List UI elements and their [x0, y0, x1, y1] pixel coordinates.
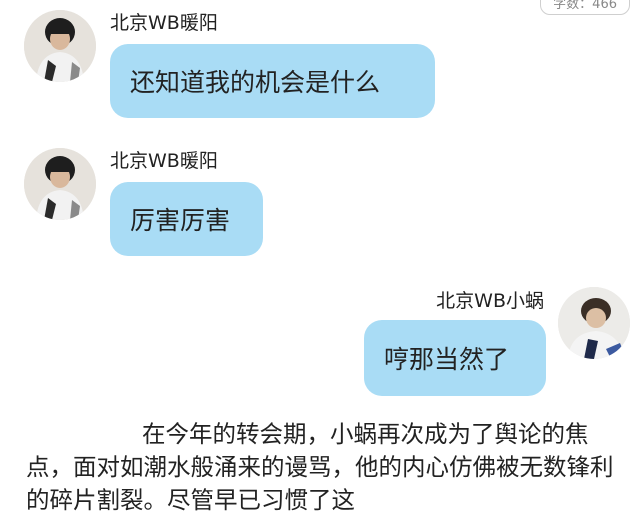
person-photo-icon	[558, 287, 630, 359]
sender-name: 北京WB暖阳	[110, 12, 218, 34]
message-text: 还知道我的机会是什么	[130, 68, 381, 97]
avatar-xiaowo[interactable]	[558, 287, 630, 359]
message-bubble[interactable]: 还知道我的机会是什么	[110, 44, 435, 118]
avatar-nuanyang[interactable]	[24, 148, 96, 220]
sender-name: 北京WB暖阳	[110, 150, 218, 172]
word-count-badge: 字数：466	[540, 0, 630, 15]
person-photo-icon	[24, 10, 96, 82]
article-paragraph: 在今年的转会期，小蜗再次成为了舆论的焦点，面对如潮水般涌来的谩骂，他的内心仿佛被…	[26, 420, 614, 514]
person-photo-icon	[24, 148, 96, 220]
message-text: 哼那当然了	[384, 345, 510, 374]
sender-name: 北京WB小蜗	[436, 290, 544, 312]
message-text: 厉害厉害	[130, 206, 231, 235]
message-bubble[interactable]: 哼那当然了	[364, 320, 546, 396]
avatar-nuanyang[interactable]	[24, 10, 96, 82]
message-bubble[interactable]: 厉害厉害	[110, 182, 263, 256]
